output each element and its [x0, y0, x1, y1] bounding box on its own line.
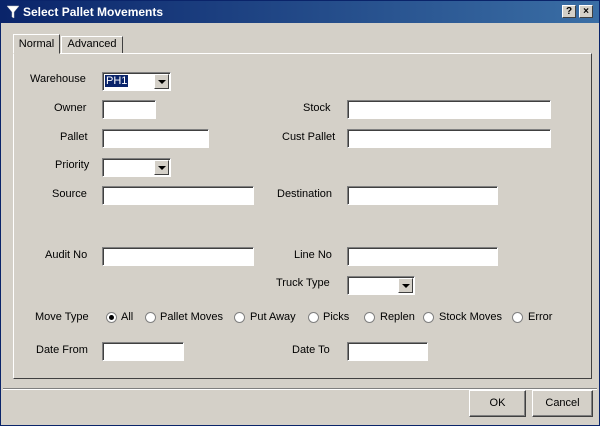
- destination-label: Destination: [277, 188, 333, 200]
- radio-stock-moves[interactable]: [423, 312, 434, 323]
- chevron-down-icon[interactable]: [154, 74, 169, 89]
- radio-replen[interactable]: [364, 312, 375, 323]
- stock-label: Stock: [303, 102, 331, 114]
- pallet-field[interactable]: [102, 129, 209, 148]
- warehouse-label: Warehouse: [30, 73, 86, 85]
- truck-type-select[interactable]: [347, 276, 415, 295]
- radio-put-away[interactable]: [234, 312, 245, 323]
- audit-no-field[interactable]: [102, 247, 254, 266]
- radio-replen-label[interactable]: Replen: [380, 311, 415, 323]
- priority-select[interactable]: [102, 158, 171, 177]
- owner-label: Owner: [54, 102, 87, 114]
- title-bar[interactable]: Select Pallet Movements ? ×: [1, 1, 599, 23]
- select-pallet-movements-dialog: Select Pallet Movements ? × Normal Advan…: [0, 0, 600, 426]
- cust-pallet-label: Cust Pallet: [282, 131, 336, 143]
- line-no-label: Line No: [294, 249, 332, 261]
- tab-normal-label: Normal: [18, 38, 55, 50]
- radio-stock-moves-label[interactable]: Stock Moves: [439, 311, 502, 323]
- pallet-label: Pallet: [60, 131, 88, 143]
- radio-picks-label[interactable]: Picks: [323, 311, 349, 323]
- stock-field[interactable]: [347, 100, 551, 119]
- radio-all[interactable]: [106, 312, 117, 323]
- window-title: Select Pallet Movements: [23, 5, 164, 19]
- tab-advanced[interactable]: Advanced: [61, 36, 123, 53]
- radio-error-label[interactable]: Error: [528, 311, 552, 323]
- tab-advanced-label: Advanced: [67, 38, 117, 50]
- audit-no-label: Audit No: [45, 249, 88, 261]
- warehouse-select[interactable]: PH1: [102, 72, 171, 91]
- date-from-field[interactable]: [102, 342, 184, 361]
- ok-button[interactable]: OK: [469, 390, 526, 417]
- chevron-down-icon[interactable]: [154, 160, 169, 175]
- truck-type-label: Truck Type: [276, 277, 330, 289]
- radio-picks[interactable]: [308, 312, 319, 323]
- destination-field[interactable]: [347, 186, 498, 205]
- date-to-field[interactable]: [347, 342, 428, 361]
- owner-field[interactable]: [102, 100, 156, 119]
- filter-funnel-icon: [6, 5, 20, 19]
- radio-put-away-label[interactable]: Put Away: [250, 311, 296, 323]
- radio-all-label[interactable]: All: [121, 311, 133, 323]
- radio-pallet-moves[interactable]: [145, 312, 156, 323]
- cancel-button[interactable]: Cancel: [532, 390, 593, 417]
- radio-error[interactable]: [512, 312, 523, 323]
- cust-pallet-field[interactable]: [347, 129, 551, 148]
- source-label: Source: [52, 188, 87, 200]
- source-field[interactable]: [102, 186, 254, 205]
- chevron-down-icon[interactable]: [398, 278, 413, 293]
- move-type-label: Move Type: [35, 311, 89, 323]
- radio-pallet-moves-label[interactable]: Pallet Moves: [160, 311, 223, 323]
- date-from-label: Date From: [36, 344, 88, 356]
- date-to-label: Date To: [292, 344, 330, 356]
- line-no-field[interactable]: [347, 247, 498, 266]
- close-button[interactable]: ×: [579, 5, 593, 18]
- tab-normal[interactable]: Normal: [13, 34, 60, 54]
- warehouse-value: PH1: [105, 75, 129, 87]
- help-button[interactable]: ?: [562, 5, 576, 18]
- priority-label: Priority: [55, 159, 90, 171]
